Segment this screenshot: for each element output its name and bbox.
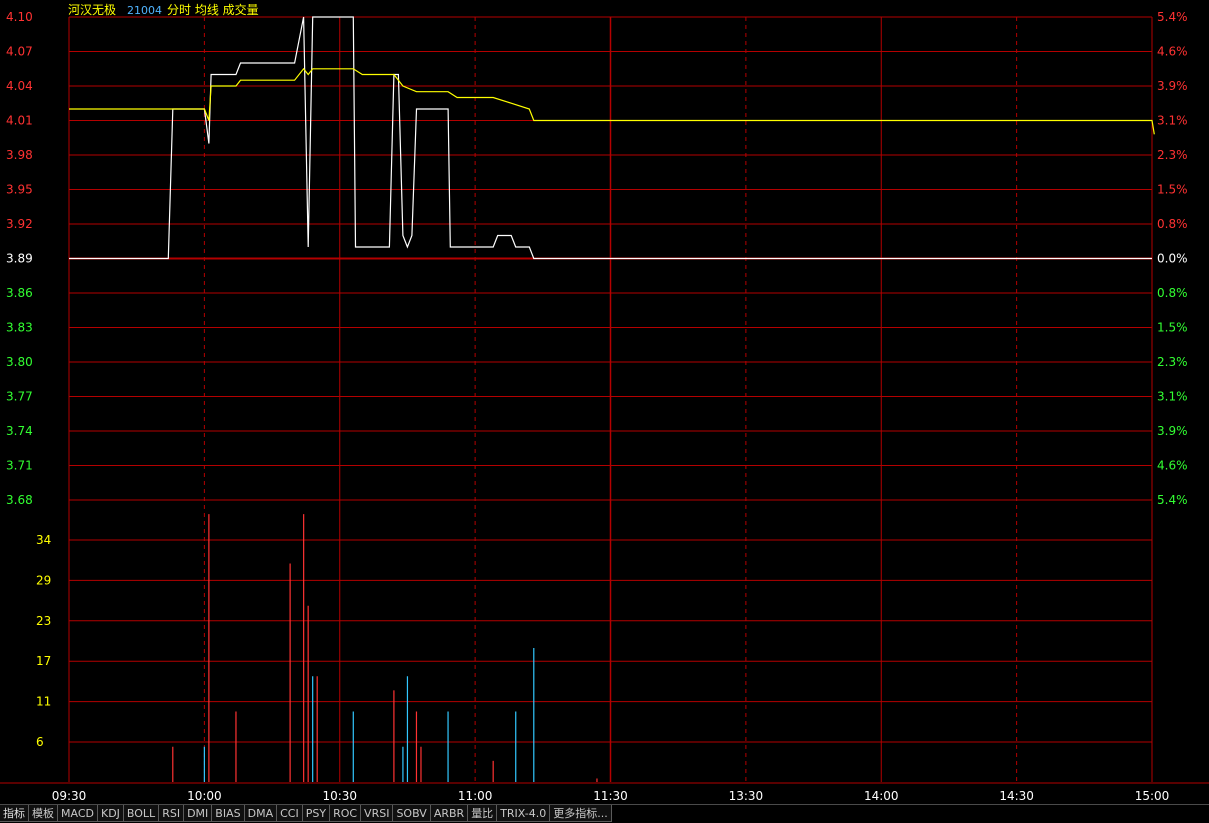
indicator-tab[interactable]: 指标 xyxy=(0,805,29,822)
indicator-tab[interactable]: ARBR xyxy=(430,805,469,822)
price-tick-label: 3.92 xyxy=(6,217,33,231)
average-price-line xyxy=(69,67,1155,135)
price-tick-label: 3.74 xyxy=(6,424,33,438)
price-axis: 4.10 4.07 4.04 4.01 3.98 3.95 3.92 3.89 3.86 3.83… xyxy=(6,10,33,507)
price-tick-label: 3.68 xyxy=(6,493,33,507)
percent-tick-label: 3.1% xyxy=(1157,390,1188,404)
chart-label: 分时 均线 成交量 xyxy=(167,2,259,17)
percent-tick-label: 5.4% xyxy=(1157,10,1188,24)
volume-axis: 34 29 23 17 11 6 xyxy=(36,533,51,749)
time-tick-label: 13:30 xyxy=(729,789,764,803)
time-tick-label: 15:00 xyxy=(1135,789,1170,803)
time-tick-label: 14:00 xyxy=(864,789,899,803)
time-tick-label: 14:30 xyxy=(999,789,1034,803)
time-tick-label: 10:00 xyxy=(187,789,222,803)
price-lines xyxy=(69,16,1155,260)
indicator-tab[interactable]: DMA xyxy=(244,805,278,822)
percent-tick-label: 4.6% xyxy=(1157,45,1188,59)
percent-tick-label: 1.5% xyxy=(1157,183,1188,197)
price-tick-label: 4.04 xyxy=(6,79,33,93)
percent-tick-label: 0.8% xyxy=(1157,217,1188,231)
indicator-tab[interactable]: 模板 xyxy=(29,805,58,822)
price-tick-label: 3.95 xyxy=(6,183,33,197)
price-tick-label: 3.80 xyxy=(6,355,33,369)
indicator-tab-bar: 指标 模板 MACD KDJ BOLL RSI DMI BIAS DMA CCI PSY ROC VRS… xyxy=(0,804,1209,823)
indicator-tab[interactable]: VRSI xyxy=(361,805,394,822)
indicator-tab[interactable]: TRIX-4.0 xyxy=(497,805,551,822)
volume-tick-label: 17 xyxy=(36,654,51,668)
indicator-tab[interactable]: PSY xyxy=(302,805,331,822)
intraday-chart[interactable]: 4.10 4.07 4.04 4.01 3.98 3.95 3.92 3.89 3.86 3.83… xyxy=(0,0,1209,822)
volume-tick-label: 23 xyxy=(36,614,51,628)
time-tick-label: 09:30 xyxy=(52,789,87,803)
indicator-tab[interactable]: CCI xyxy=(277,805,303,822)
volume-tick-label: 29 xyxy=(36,573,51,587)
percent-tick-label: 3.9% xyxy=(1157,424,1188,438)
time-tick-label: 11:30 xyxy=(593,789,628,803)
indicator-tab[interactable]: BOLL xyxy=(123,805,160,822)
percent-tick-label: 5.4% xyxy=(1157,493,1188,507)
percent-tick-label: 3.1% xyxy=(1157,114,1188,128)
price-tick-label: 3.89 xyxy=(6,252,33,266)
price-tick-label: 3.86 xyxy=(6,286,33,300)
percent-tick-label: 1.5% xyxy=(1157,321,1188,335)
price-tick-label: 3.98 xyxy=(6,148,33,162)
indicator-tab[interactable]: KDJ xyxy=(97,805,124,822)
volume-tick-label: 6 xyxy=(36,735,44,749)
percent-tick-label: 3.9% xyxy=(1157,79,1188,93)
indicator-tab[interactable]: RSI xyxy=(159,805,185,822)
indicator-tab[interactable]: MACD xyxy=(58,805,98,822)
price-tick-label: 3.71 xyxy=(6,459,33,473)
volume-tick-label: 34 xyxy=(36,533,51,547)
price-tick-label: 4.01 xyxy=(6,114,33,128)
volume-tick-label: 11 xyxy=(36,695,51,709)
percent-tick-label: 4.6% xyxy=(1157,459,1188,473)
time-axis: 09:30 10:00 10:30 11:00 11:30 13:30 14:00 14:30… xyxy=(52,789,1170,803)
chart-header: 河汉无极 21004 分时 均线 成交量 xyxy=(68,2,259,17)
time-tick-label: 10:30 xyxy=(322,789,357,803)
indicator-tab[interactable]: SOBV xyxy=(393,805,431,822)
price-tick-label: 4.10 xyxy=(6,10,33,24)
stock-name: 河汉无极 xyxy=(68,3,116,17)
indicator-tab[interactable]: ROC xyxy=(330,805,362,822)
indicator-tab[interactable]: DMI xyxy=(184,805,213,822)
percent-tick-label: 2.3% xyxy=(1157,148,1188,162)
percent-tick-label: 2.3% xyxy=(1157,355,1188,369)
percent-axis: 5.4% 4.6% 3.9% 3.1% 2.3% 1.5% 0.8% 0.0% 0.8% 1.5%… xyxy=(1157,10,1188,507)
time-tick-label: 11:00 xyxy=(458,789,493,803)
price-tick-label: 3.83 xyxy=(6,321,33,335)
chart-grid xyxy=(0,16,1209,784)
indicator-tab[interactable]: 量比 xyxy=(468,805,498,822)
percent-tick-label: 0.8% xyxy=(1157,286,1188,300)
price-tick-label: 4.07 xyxy=(6,45,33,59)
indicator-tab[interactable]: BIAS xyxy=(212,805,245,822)
stock-code: 21004 xyxy=(127,4,162,17)
price-tick-label: 3.77 xyxy=(6,390,33,404)
indicator-tab[interactable]: 更多指标... xyxy=(550,805,612,822)
percent-tick-label: 0.0% xyxy=(1157,252,1188,266)
